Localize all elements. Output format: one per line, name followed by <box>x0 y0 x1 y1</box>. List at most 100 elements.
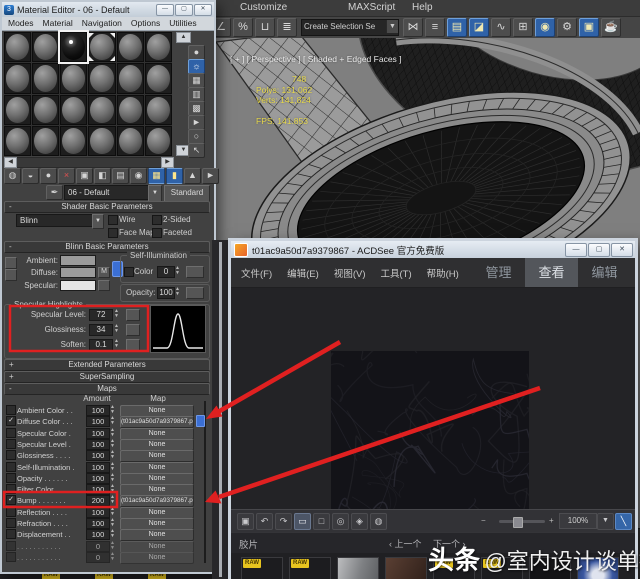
map-slot-button[interactable]: None <box>120 529 194 541</box>
lock-ambient-diffuse-icon[interactable] <box>5 257 17 269</box>
make-unique-icon[interactable]: ◧ <box>94 168 111 184</box>
sample-uv-tiling-icon[interactable]: ▥ <box>188 87 205 102</box>
map-enable-checkbox[interactable] <box>6 462 16 472</box>
map-amount-spinner[interactable]: ▲▼ <box>109 518 116 528</box>
shader-combo-arrow-icon[interactable]: ▼ <box>92 214 104 229</box>
map-amount-spinner[interactable]: ▲▼ <box>109 541 116 551</box>
sample-slot[interactable] <box>145 95 172 125</box>
filmstrip-thumbnail-leather[interactable] <box>385 557 427 579</box>
self-illum-color-checkbox[interactable] <box>124 267 134 277</box>
map-amount-spinner[interactable]: ▲▼ <box>109 450 116 460</box>
material-editor-icon[interactable]: ◉ <box>535 18 555 37</box>
map-amount-field[interactable]: 0 <box>86 541 110 552</box>
sample-type-icon[interactable]: ● <box>188 45 205 60</box>
max-menu-maxscript[interactable]: MAXScript <box>348 2 395 13</box>
map-amount-field[interactable]: 100 <box>86 518 110 529</box>
self-illum-map-button[interactable] <box>186 266 204 278</box>
tag-icon[interactable]: ◈ <box>351 513 368 530</box>
map-amount-spinner[interactable]: ▲▼ <box>109 484 116 494</box>
acdsee-tab-edit[interactable]: 编辑 <box>578 258 631 287</box>
map-slot-button[interactable]: (t01ac9a50d7a9379867.png) <box>120 495 194 507</box>
sample-slot[interactable] <box>117 63 144 93</box>
map-amount-spinner[interactable]: ▲▼ <box>109 416 116 426</box>
max-menu-help[interactable]: Help <box>412 2 433 13</box>
me-menu-navigation[interactable]: Navigation <box>82 17 122 30</box>
background-icon[interactable]: ▦ <box>188 73 205 88</box>
backlight-icon[interactable]: ☼ <box>188 59 205 74</box>
map-amount-field[interactable]: 100 <box>86 473 110 484</box>
opacity-value-field[interactable]: 100 <box>157 287 175 299</box>
previous-button[interactable]: ‹ 上一个 <box>389 537 422 550</box>
material-name-dropdown-icon[interactable]: ▼ <box>148 185 162 202</box>
max-menu-customize[interactable]: Customize <box>240 2 287 13</box>
select-by-material-icon[interactable]: ↖ <box>188 143 205 158</box>
me-menu-material[interactable]: Material <box>43 17 73 30</box>
rollout-supersampling[interactable]: + SuperSampling <box>4 371 210 383</box>
schematic-view-icon[interactable]: ⊞ <box>513 18 533 37</box>
sample-slot[interactable] <box>60 32 87 62</box>
map-enable-checkbox[interactable]: ✓ <box>6 416 16 426</box>
fit-image-icon[interactable]: ▭ <box>294 513 311 530</box>
map-amount-spinner[interactable]: ▲▼ <box>109 439 116 449</box>
map-amount-spinner[interactable]: ▲▼ <box>109 529 116 539</box>
curve-editor-icon[interactable]: ∿ <box>491 18 511 37</box>
mirror-icon[interactable]: ⋈ <box>403 18 423 37</box>
map-amount-field[interactable]: 100 <box>86 507 110 518</box>
map-slot-button[interactable]: (t01ac9a50d7a9379867.png) <box>120 416 194 428</box>
acdsee-menu-edit[interactable]: 编辑(E) <box>287 266 319 280</box>
scroll-right-icon[interactable]: ▶ <box>161 157 174 168</box>
sample-slot[interactable] <box>4 63 31 93</box>
map-enable-checkbox[interactable] <box>6 450 16 460</box>
sample-slot[interactable] <box>117 126 144 156</box>
spec-row-map-button[interactable] <box>126 309 140 321</box>
render-production-icon[interactable]: ☕ <box>601 18 621 37</box>
map-enable-checkbox[interactable] <box>6 428 16 438</box>
map-slot-button[interactable]: None <box>120 518 194 530</box>
acdsee-tab-view[interactable]: 查看 <box>525 258 578 287</box>
me-menu-options[interactable]: Options <box>131 17 160 30</box>
sample-slot[interactable] <box>60 63 87 93</box>
map-slot-button[interactable]: None <box>120 462 194 474</box>
map-slot-button[interactable]: None <box>120 507 194 519</box>
map-slot-button[interactable]: None <box>120 552 194 564</box>
percent-snap-icon[interactable]: % <box>233 18 253 37</box>
material-editor-titlebar[interactable]: 3 Material Editor - 06 - Default — ▢ ✕ <box>2 2 214 17</box>
map-amount-field[interactable]: 200 <box>86 495 110 506</box>
map-amount-spinner[interactable]: ▲▼ <box>109 405 116 415</box>
map-enable-checkbox[interactable] <box>6 473 16 483</box>
maximize-button[interactable]: ▢ <box>588 243 610 257</box>
video-color-check-icon[interactable]: ▩ <box>188 101 205 116</box>
sample-slot[interactable] <box>88 32 115 62</box>
acdsee-menu-tools[interactable]: 工具(T) <box>380 266 411 280</box>
sample-slot[interactable] <box>4 32 31 62</box>
sample-slot[interactable] <box>88 126 115 156</box>
chevron-down-icon[interactable]: ▼ <box>386 20 398 33</box>
go-forward-sibling-icon[interactable]: ► <box>202 168 219 184</box>
map-amount-field[interactable]: 100 <box>86 405 110 416</box>
sample-slot[interactable] <box>60 126 87 156</box>
map-enable-checkbox[interactable]: ✓ <box>6 495 16 505</box>
spec-row-map-button[interactable] <box>126 339 140 351</box>
sample-slot[interactable] <box>32 95 59 125</box>
sample-slot[interactable] <box>88 63 115 93</box>
maximize-button[interactable]: ▢ <box>175 4 193 16</box>
map-amount-spinner[interactable]: ▲▼ <box>109 473 116 483</box>
zoom-slider[interactable] <box>499 520 545 523</box>
go-to-parent-icon[interactable]: ▲ <box>184 168 201 184</box>
show-map-in-viewport-icon[interactable]: ▦ <box>148 168 165 184</box>
slot-scrollbar[interactable] <box>4 157 174 168</box>
face-map-checkbox[interactable] <box>108 228 118 238</box>
map-amount-spinner[interactable]: ▲▼ <box>109 462 116 472</box>
minimize-button[interactable]: — <box>156 4 174 16</box>
map-amount-spinner[interactable]: ▲▼ <box>109 507 116 517</box>
me-menu-utilities[interactable]: Utilities <box>169 17 196 30</box>
sample-slot[interactable] <box>117 32 144 62</box>
sample-slot[interactable] <box>32 63 59 93</box>
material-id-icon[interactable]: ◉ <box>130 168 147 184</box>
sample-slot[interactable] <box>4 126 31 156</box>
sample-slot[interactable] <box>4 95 31 125</box>
map-slot-button[interactable]: None <box>120 428 194 440</box>
spec-row-spinner[interactable]: ▲▼ <box>113 324 120 334</box>
viewport-label[interactable]: [ + ] [ Perspective ] [ Shaded + Edged F… <box>230 54 402 64</box>
map-enable-checkbox[interactable] <box>6 405 16 415</box>
